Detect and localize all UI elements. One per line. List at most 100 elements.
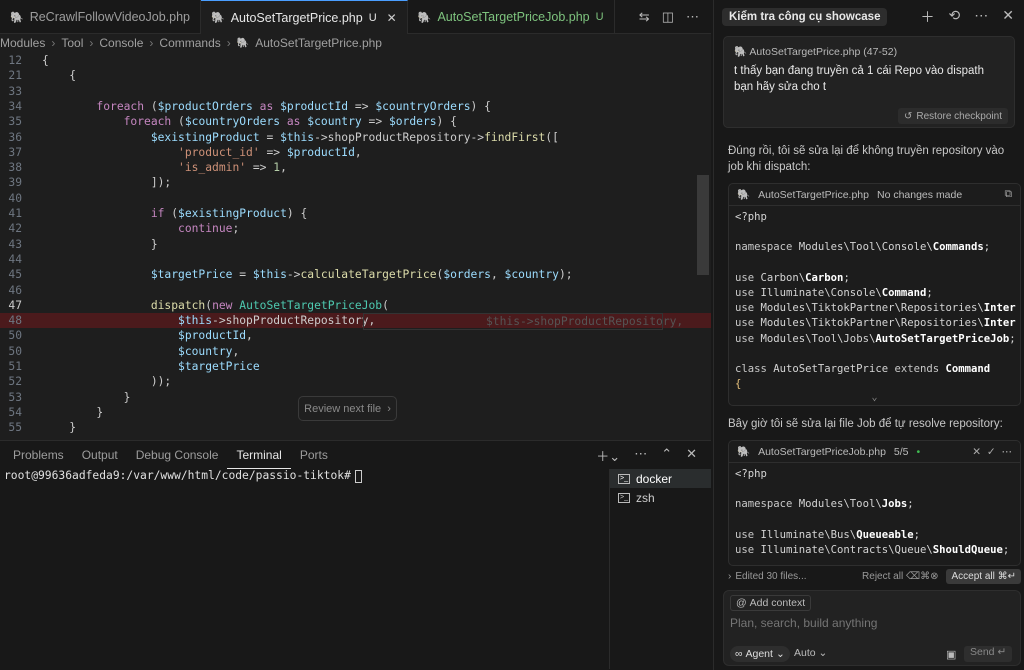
line-number: 50: [8, 344, 22, 358]
code-block-header: 🐘 AutoSetTargetPrice.php No changes made…: [729, 184, 1020, 206]
code-line: 47 dispatch(new AutoSetTargetPriceJob(: [0, 298, 711, 313]
editor-actions: ⇆ ◫ ⋯: [639, 0, 711, 33]
terminal-output[interactable]: root@99636adfeda9:/var/www/html/code/pas…: [4, 469, 362, 483]
terminal-cursor: [354, 469, 362, 483]
send-button[interactable]: Send ↵: [964, 646, 1013, 662]
chevron-right-icon: ›: [149, 36, 154, 50]
user-message-line: bạn hãy sửa cho t: [734, 81, 827, 93]
code-editor[interactable]: 12 {21 {33 34 foreach ($productOrders as $…: [0, 52, 711, 438]
accept-all-button[interactable]: Accept all ⌘↵: [946, 569, 1021, 584]
review-next-file-label: Review next file: [304, 402, 382, 415]
split-editor-icon[interactable]: ◫: [662, 9, 674, 25]
image-icon[interactable]: ▣: [946, 648, 956, 661]
code-block-filename[interactable]: AutoSetTargetPriceJob.php: [758, 446, 886, 458]
breadcrumb-item[interactable]: Commands: [159, 36, 220, 50]
close-icon[interactable]: ✕: [1002, 7, 1014, 27]
chat-composer: @ Add context ∞ Agent ⌄ Auto ⌄ ▣ Send ↵: [723, 590, 1021, 666]
tab-label: AutoSetTargetPriceJob.php: [437, 10, 590, 24]
more-icon[interactable]: ⋯: [1002, 446, 1013, 458]
breadcrumb-item[interactable]: AutoSetTargetPrice.php: [255, 36, 382, 50]
tab-problems[interactable]: Problems: [4, 441, 73, 469]
tab-label: ReCrawlFollowVideoJob.php: [29, 10, 190, 24]
model-label: Auto: [794, 647, 816, 659]
new-chat-icon[interactable]: ＋: [921, 7, 935, 27]
reject-all-button[interactable]: Reject all ⌫⌘⊗: [862, 571, 938, 582]
copy-icon[interactable]: ⧉: [1005, 188, 1021, 201]
more-icon[interactable]: ⋯: [974, 7, 988, 27]
restore-label: Restore checkpoint: [916, 110, 1002, 122]
line-number: 34: [8, 99, 22, 113]
panel-tab-bar: Problems Output Debug Console Terminal P…: [0, 441, 711, 469]
breadcrumb-item[interactable]: Tool: [61, 36, 83, 50]
restore-checkpoint-button[interactable]: ↺ Restore checkpoint: [898, 108, 1008, 124]
compare-icon[interactable]: ⇆: [639, 9, 650, 25]
code-line: use Modules\TiktokPartner\Repositories\I…: [735, 302, 1016, 315]
code-line: 40: [0, 191, 711, 206]
code-block-status: No changes made: [876, 188, 963, 201]
breadcrumb-item[interactable]: Console: [99, 36, 143, 50]
terminal-item-docker[interactable]: >_ docker: [610, 469, 711, 488]
line-number: 33: [8, 84, 22, 98]
user-message[interactable]: 🐘 AutoSetTargetPrice.php (47-52) t thấy …: [723, 36, 1015, 128]
tab-terminal[interactable]: Terminal: [227, 441, 291, 469]
line-number: 50: [8, 329, 22, 343]
code-line: use Illuminate\Contracts\Queue\ShouldQue…: [735, 543, 1010, 556]
code-text: }: [42, 405, 104, 419]
line-number: 53: [8, 390, 22, 404]
chevron-right-icon: ›: [387, 402, 391, 415]
editor-scrollbar[interactable]: [697, 175, 709, 275]
add-context-button[interactable]: @ Add context: [730, 595, 812, 611]
chevron-right-icon: ›: [51, 36, 56, 50]
chat-title[interactable]: Kiểm tra công cụ showcase: [722, 8, 888, 26]
code-line: 52 ));: [0, 374, 711, 389]
terminal-item-zsh[interactable]: >_ zsh: [610, 488, 711, 507]
line-number: 51: [8, 360, 22, 373]
assistant-message: Đúng rồi, tôi sẽ sửa lại để không truyền…: [728, 145, 1005, 173]
line-number: 38: [8, 161, 22, 175]
line-number: 12: [8, 54, 22, 67]
code-block-filename[interactable]: AutoSetTargetPrice.php: [758, 189, 869, 201]
tab-debug-console[interactable]: Debug Console: [127, 441, 228, 469]
model-selector[interactable]: Auto ⌄: [794, 647, 827, 659]
tab-autosettargetprice[interactable]: 🐘 AutoSetTargetPrice.php U ✕: [200, 0, 408, 34]
close-icon[interactable]: ✕: [686, 446, 697, 465]
php-file-icon: 🐘: [236, 37, 250, 49]
code-line: <?php: [735, 468, 767, 480]
php-file-icon: 🐘: [737, 446, 751, 458]
tab-recrawl[interactable]: 🐘 ReCrawlFollowVideoJob.php: [0, 0, 201, 34]
tab-output[interactable]: Output: [73, 441, 127, 469]
line-number: 36: [8, 130, 22, 144]
code-line: class AutoSetTargetPrice extends Command: [735, 362, 991, 375]
more-icon[interactable]: ⋯: [634, 446, 647, 465]
reject-icon[interactable]: ✕: [972, 446, 981, 458]
php-file-icon: 🐘: [10, 11, 24, 24]
history-icon[interactable]: ⟲: [949, 7, 961, 27]
code-text: dispatch(new AutoSetTargetPriceJob(: [150, 298, 389, 312]
code-line: 50 $productId,: [0, 328, 711, 343]
code-line: {: [735, 378, 742, 391]
agent-mode-selector[interactable]: ∞ Agent ⌄: [730, 646, 790, 662]
accept-icon[interactable]: ✓: [987, 446, 996, 458]
line-number: 41: [8, 207, 22, 220]
edited-files-label[interactable]: Edited 30 files...: [735, 571, 806, 582]
code-reference[interactable]: 🐘 AutoSetTargetPrice.php (47-52): [734, 45, 897, 58]
chat-input[interactable]: [730, 616, 1010, 630]
tab-autosettargetpricejob[interactable]: 🐘 AutoSetTargetPriceJob.php U: [408, 0, 615, 34]
code-block-job: 🐘 AutoSetTargetPriceJob.php 5/5 • ✕ ✓ ⋯ …: [728, 440, 1021, 566]
review-next-file-button[interactable]: Review next file ›: [298, 396, 397, 421]
breadcrumb-item[interactable]: Modules: [0, 36, 45, 50]
more-icon[interactable]: ⋯: [686, 9, 699, 25]
line-number: 40: [8, 191, 22, 205]
tab-ports[interactable]: Ports: [291, 441, 337, 469]
add-terminal-icon[interactable]: ＋⌄: [596, 446, 620, 465]
chevron-right-icon[interactable]: ›: [728, 571, 731, 582]
chat-panel: Kiểm tra công cụ showcase ＋ ⟲ ⋯ ✕ 🐘 Auto…: [713, 0, 1024, 670]
terminal-name: docker: [636, 471, 673, 486]
terminal-name: zsh: [636, 490, 655, 505]
maximize-panel-icon[interactable]: ⌃: [661, 446, 672, 465]
line-number: 44: [8, 252, 22, 266]
close-icon[interactable]: ✕: [387, 11, 397, 25]
bottom-panel: Problems Output Debug Console Terminal P…: [0, 440, 711, 670]
chevron-down-icon[interactable]: ⌄: [729, 392, 1020, 403]
